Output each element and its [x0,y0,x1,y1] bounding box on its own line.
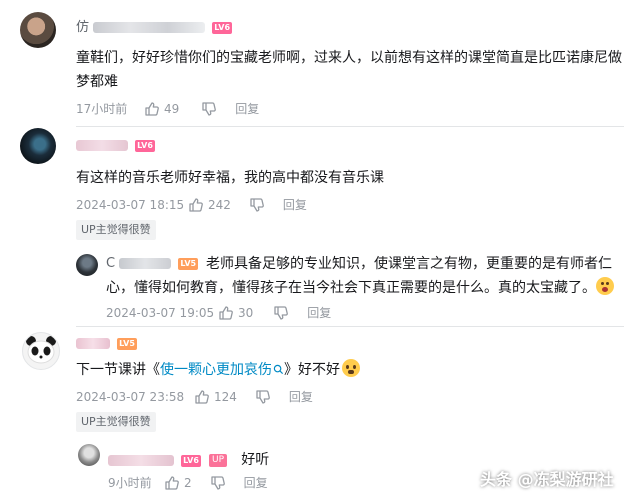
shocked-emoji-icon [596,277,614,295]
scared-emoji-icon [342,359,360,377]
username-blur [93,22,206,33]
avatar[interactable] [20,12,56,48]
comment-time: 9小时前 [108,476,152,490]
dislike-button[interactable] [249,197,265,213]
reply-text: 好听 [241,452,270,468]
up-liked-badge: UP主觉得很赞 [76,412,156,432]
thumbs-down-icon [256,389,270,404]
dislike-button[interactable] [273,305,289,321]
username-blur [76,338,110,349]
reply-meta: 9小时前 2 回复 [108,474,268,491]
comment-time: 2024-03-07 18:15 [76,197,185,212]
thumbs-up-icon [189,197,203,212]
up-tag: UP [209,454,228,467]
reply-button[interactable]: 回复 [289,388,313,405]
like-button[interactable]: 124 [194,389,237,405]
comment-username[interactable]: LV6 [76,138,155,153]
dislike-button[interactable] [255,389,271,405]
reply-button[interactable]: 回复 [235,100,259,117]
thumbs-up-icon [145,101,159,116]
divider [76,126,624,127]
like-count: 242 [208,197,231,212]
like-count: 2 [184,475,192,490]
comment-time: 2024-03-07 19:05 [106,305,215,320]
thumbs-up-icon [219,305,233,320]
like-button[interactable]: 2 [164,475,192,491]
thumbs-down-icon [202,101,217,116]
reply-button[interactable]: 回复 [283,196,307,213]
comment-time: 17小时前 [76,102,128,116]
username-blur [76,140,128,151]
reply-button[interactable]: 回复 [244,474,268,491]
level-badge: LV5 [117,337,137,350]
thumbs-down-icon [274,305,289,320]
reply-username[interactable]: LV6 UP 好听 [108,448,269,472]
like-button[interactable]: 242 [188,197,231,213]
reply-avatar[interactable] [78,444,100,466]
avatar[interactable] [20,128,56,164]
thumbs-up-icon [195,389,209,404]
reply-meta: 2024-03-07 19:05 30 回复 [106,304,331,321]
level-badge: LV6 [212,21,233,34]
dislike-button[interactable] [210,475,226,491]
search-link[interactable]: 使一颗心更加哀伤 [160,362,284,378]
up-liked-badge: UP主觉得很赞 [76,220,156,240]
comment-text-before: 下一节课讲《 [76,362,160,378]
search-icon [273,364,284,375]
comment-meta: 2024-03-07 18:15 242 回复 [76,196,307,213]
dislike-button[interactable] [201,101,217,117]
username-text[interactable]: 仿 [76,20,89,35]
comment-text: 下一节课讲《使一颗心更加哀伤 》好不好 [76,358,624,382]
comment-username[interactable]: LV5 [76,336,137,351]
reply-text-body: 老师具备足够的专业知识，使课堂言之有物，更重要的是有师者仁心，懂得如何教育，懂得… [106,256,612,296]
divider [76,326,624,327]
like-button[interactable]: 49 [144,101,179,117]
comment-text: 童鞋们，好好珍惜你们的宝藏老师啊，过来人，以前想有这样的课堂简直是比匹诺康尼做梦… [76,50,622,90]
username-blur [108,455,174,466]
thumbs-down-icon [250,197,264,212]
reply-avatar[interactable] [76,254,98,276]
level-badge: LV6 [181,454,201,467]
comment-text: 有这样的音乐老师好幸福，我的高中都没有音乐课 [76,170,384,186]
avatar[interactable] [22,332,60,370]
reply-text: 老师具备足够的专业知识，使课堂言之有物，更重要的是有师者仁心，懂得如何教育，懂得… [106,252,614,300]
thumbs-up-icon [165,475,179,490]
reply-button[interactable]: 回复 [307,304,331,321]
comment-time: 2024-03-07 23:58 [76,389,185,404]
comment-meta: 17小时前 49 回复 [76,100,259,117]
like-count: 124 [214,389,237,404]
watermark: 头条 @冻梨游研社 [480,470,614,489]
thumbs-down-icon [210,475,225,490]
comment-meta: 2024-03-07 23:58 124 回复 [76,388,313,405]
panda-icon [26,336,56,364]
like-button[interactable]: 30 [218,305,253,321]
level-badge: LV6 [135,139,155,152]
comment-username[interactable]: 仿 LV6 [76,16,233,35]
search-link-text[interactable]: 使一颗心更加哀伤 [160,362,272,378]
like-count: 30 [238,305,254,320]
like-count: 49 [164,101,180,116]
comment-text-after: 》好不好 [284,362,340,378]
